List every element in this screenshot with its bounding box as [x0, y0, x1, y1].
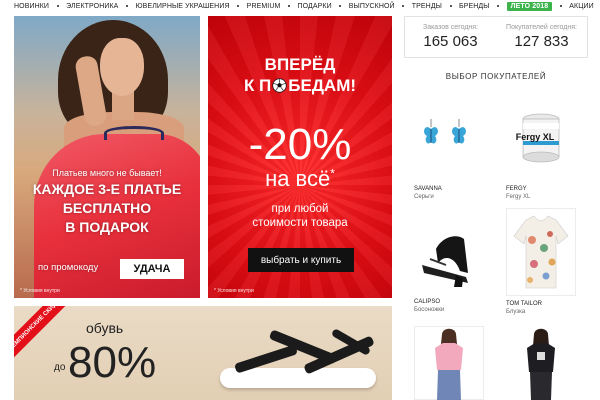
champion-discounts-ribbon: ЧЕМПИОНСКИЕ СКИДКИ: [14, 306, 70, 358]
product-card[interactable]: [414, 326, 492, 400]
nav-item-jewelry[interactable]: ЮВЕЛИРНЫЕ УКРАШЕНИЯ: [136, 3, 230, 10]
sandal-icon[interactable]: [414, 214, 484, 294]
discount-condition-line1: при любой: [271, 203, 329, 215]
nav-item-summer-2018[interactable]: ЛЕТО 2018: [506, 1, 553, 11]
nav-separator: [559, 5, 562, 7]
nav-item-brands[interactable]: БРЕНДЫ: [459, 3, 490, 10]
banner-sale-title-part1: К П: [243, 76, 272, 95]
product-type: Блузка: [506, 309, 526, 315]
stat-buyers-label: Покупателей сегодня:: [506, 24, 577, 31]
product-brand[interactable]: FERGY: [506, 186, 584, 192]
stat-orders-value: 165 063: [423, 33, 478, 50]
stat-orders: Заказов сегодня: 165 063: [405, 17, 496, 57]
banner-dress-promo[interactable]: Платьев много не бывает! КАЖДОЕ 3-Е ПЛАТ…: [14, 16, 200, 298]
top-nav: НОВИНКИ ЭЛЕКТРОНИКА ЮВЕЛИРНЫЕ УКРАШЕНИЯ …: [0, 0, 600, 12]
product-card[interactable]: TOM TAILOR Блузка: [506, 208, 584, 315]
nav-item-electronics[interactable]: ЭЛЕКТРОНИКА: [66, 3, 118, 10]
discount-scope-text: на всё: [265, 166, 331, 191]
ribbon-line2: СКИДКИ: [42, 306, 65, 318]
nav-separator: [497, 5, 500, 7]
conditions-note: * Условия внутри: [214, 288, 254, 294]
banner-sale-title-part2: БЕДАМ!: [288, 76, 357, 95]
choose-and-buy-button[interactable]: выбрать и купить: [248, 248, 354, 272]
banner-sale-title-line2: К П БЕДАМ!: [208, 75, 392, 96]
stats-box: Заказов сегодня: 165 063 Покупателей сег…: [404, 16, 588, 58]
banner-sale-title-line1: ВПЕРЁД: [264, 55, 336, 74]
nav-item-trends[interactable]: ТРЕНДЫ: [412, 3, 442, 10]
nav-item-graduation[interactable]: ВЫПУСКНОЙ: [349, 3, 395, 10]
ribbon-line1: ЧЕМПИОНСКИЕ: [14, 314, 46, 353]
product-brand[interactable]: TOM TAILOR: [506, 301, 584, 307]
banner-shoes-percent: 80%: [68, 338, 157, 387]
woman-tshirt-icon[interactable]: [414, 326, 484, 400]
nav-item-novinki[interactable]: НОВИНКИ: [14, 3, 49, 10]
nav-separator: [125, 5, 128, 7]
stat-buyers-value: 127 833: [514, 33, 569, 50]
product-type: Серьги: [414, 194, 434, 200]
product-card[interactable]: Calipso Босоножки: [414, 214, 492, 313]
promo-code-button[interactable]: УДАЧА: [120, 259, 184, 279]
banner-shoes-title: обувь: [86, 320, 124, 336]
product-brand[interactable]: Calipso: [414, 299, 492, 305]
stat-buyers: Покупателей сегодня: 127 833: [496, 17, 587, 57]
banner-dress-headline-line1: КАЖДОЕ 3-Е ПЛАТЬЕ: [32, 181, 182, 197]
discount-condition-line2: стоимости товара: [252, 217, 348, 229]
product-card[interactable]: Fergy XL FERGY Fergy XL: [506, 108, 584, 200]
nav-separator: [449, 5, 452, 7]
conditions-note: * Условия внутри: [20, 288, 60, 294]
banner-sale-promo[interactable]: ВПЕРЁД К П БЕДАМ! -20% на всё* при любой…: [208, 16, 392, 298]
product-type: Fergy XL: [506, 194, 531, 200]
banner-dress-tagline: Платьев много не бывает!: [52, 168, 162, 178]
discount-scope: на всё*: [208, 166, 392, 192]
discount-scope-asterisk: *: [330, 166, 335, 181]
discount-percent: -20%: [248, 120, 352, 169]
fergy-jar-label: Fergy XL: [515, 132, 555, 142]
product-type: Босоножки: [414, 307, 445, 313]
banner-dress-headline: КАЖДОЕ 3-Е ПЛАТЬЕ БЕСПЛАТНО В ПОДАРОК: [14, 180, 200, 237]
customer-picks-title: ВЫБОР ПОКУПАТЕЛЕЙ: [445, 72, 547, 81]
banner-sale-title: ВПЕРЁД К П БЕДАМ!: [208, 54, 392, 96]
nav-separator: [287, 5, 290, 7]
nav-separator: [402, 5, 405, 7]
stat-orders-label: Заказов сегодня:: [422, 24, 479, 31]
banner-shoes-promo[interactable]: ЧЕМПИОНСКИЕ СКИДКИ обувь до 80%: [14, 306, 392, 400]
dress-straps: [104, 126, 164, 140]
banner-dress-headline-line3: В ПОДАРОК: [65, 219, 149, 235]
banner-shoes-prefix: до: [54, 362, 66, 373]
banner-dress-headline-line2: БЕСПЛАТНО: [62, 200, 152, 216]
model-face: [100, 38, 144, 96]
nav-item-promotions[interactable]: АКЦИИ: [569, 3, 594, 10]
promo-code-label: по промокоду: [38, 262, 99, 273]
product-brand[interactable]: SAVANNA: [414, 186, 492, 192]
nav-item-premium[interactable]: PREMIUM: [247, 3, 281, 10]
discount-condition: при любой стоимости товара: [208, 202, 392, 230]
soccer-ball-icon: [272, 77, 287, 93]
nav-separator: [56, 5, 59, 7]
nav-item-gifts[interactable]: ПОДАРКИ: [298, 3, 332, 10]
blouse-icon[interactable]: [506, 208, 576, 296]
sandal-image: [210, 320, 386, 396]
product-card[interactable]: SAVANNA Серьги: [414, 108, 492, 200]
butterfly-earrings-icon[interactable]: [414, 108, 484, 160]
nav-separator: [339, 5, 342, 7]
woman-dark-icon[interactable]: [506, 326, 576, 400]
nav-separator: [237, 5, 240, 7]
product-card[interactable]: [506, 326, 584, 400]
